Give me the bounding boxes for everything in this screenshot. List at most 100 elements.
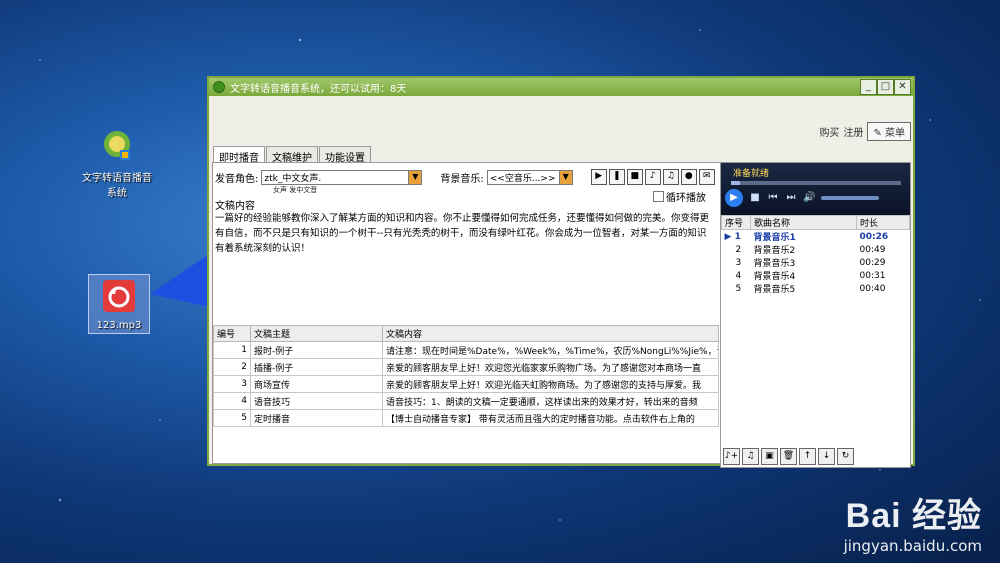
- row-number: 2: [213, 358, 251, 376]
- buy-link[interactable]: 购买: [819, 124, 839, 139]
- row-topic: 定时播音: [250, 409, 383, 427]
- playlist-col-number[interactable]: 序号: [721, 215, 751, 230]
- row-number: 4: [213, 392, 251, 410]
- register-link[interactable]: 注册: [843, 124, 863, 139]
- playlist-name: 背景音乐5: [753, 285, 796, 295]
- row-content: 亲爱的顾客朋友早上好！欢迎您光临家家乐购物广场。为了感谢您对本商场一直: [382, 358, 719, 376]
- player-status: 准备就绪: [733, 169, 770, 179]
- stop-icon[interactable]: ■: [749, 192, 761, 204]
- previous-icon[interactable]: ⏮: [767, 192, 779, 204]
- minimize-button[interactable]: _: [860, 79, 877, 95]
- row-content: 亲爱的顾客朋友早上好！欢迎光临天虹购物商场。为了感谢您的支持与厚爱。我: [382, 375, 719, 393]
- volume-slider[interactable]: [821, 196, 879, 200]
- bgm-value: <<空音乐...>>: [489, 173, 556, 184]
- playlist-number: ▶ 1: [724, 231, 741, 242]
- add-file-icon[interactable]: ♫: [742, 448, 759, 465]
- playlist-item[interactable]: 2 背景音乐2 00:49: [722, 243, 910, 257]
- next-icon[interactable]: ⏭: [785, 192, 797, 204]
- table-header: 编号 文稿主题 文稿内容: [213, 325, 719, 342]
- table-row[interactable]: 3 商场宣传 亲爱的顾客朋友早上好！欢迎光临天虹购物商场。为了感谢您的支持与厚爱…: [213, 375, 719, 393]
- bgm-label: 背景音乐:: [440, 173, 484, 185]
- playlist-number: 3: [735, 257, 742, 268]
- checkbox-icon[interactable]: [653, 191, 664, 202]
- row-number: 1: [213, 341, 251, 359]
- playlist-duration: 00:31: [859, 270, 886, 281]
- maximize-button[interactable]: □: [877, 79, 894, 95]
- baidu-watermark: Bai 经验 jingyan.baidu.com: [844, 488, 982, 555]
- refresh-icon[interactable]: ↻: [837, 448, 854, 465]
- col-header-number[interactable]: 编号: [213, 325, 251, 342]
- title-bar[interactable]: 文字转语音播音系统，还可以试用：8天: [209, 78, 913, 96]
- playlist-name: 背景音乐4: [753, 272, 796, 282]
- col-header-topic[interactable]: 文稿主题: [250, 325, 383, 342]
- playlist-item[interactable]: ▶ 1 背景音乐1 00:26: [722, 230, 910, 244]
- row-content: 语音技巧：1、朗读的文稿一定要通顺，这样读出来的效果才好，转出来的音频: [382, 392, 719, 410]
- music-note-icon[interactable]: ♪: [644, 169, 661, 185]
- playlist-col-name[interactable]: 歌曲名称: [750, 215, 857, 230]
- row-number: 5: [213, 409, 251, 427]
- row-topic: 报时-例子: [250, 341, 383, 359]
- menu-button[interactable]: ✎ 菜单: [867, 122, 911, 141]
- playlist-duration: 00:40: [859, 283, 886, 294]
- content-label: 文稿内容: [215, 201, 255, 212]
- music-file-icon: [103, 280, 135, 312]
- folder-icon[interactable]: ▣: [761, 448, 778, 465]
- playlist-duration: 00:29: [859, 257, 886, 268]
- desktop-icon-mp3-label: 123.mp3: [96, 320, 142, 331]
- progress-bar[interactable]: [731, 181, 901, 185]
- voice-label: 发音角色:: [215, 173, 259, 185]
- chevron-down-icon[interactable]: ▼: [408, 169, 423, 185]
- pause-button[interactable]: ❚: [608, 169, 625, 185]
- playlist-item[interactable]: 3 背景音乐3 00:29: [722, 256, 910, 270]
- playlist-header: 序号 歌曲名称 时长: [721, 215, 910, 230]
- add-music-icon[interactable]: ♪+: [723, 448, 740, 465]
- chat-icon[interactable]: ✉: [698, 169, 715, 185]
- chevron-down-icon[interactable]: ▼: [558, 169, 573, 185]
- col-header-content[interactable]: 文稿内容: [382, 325, 719, 342]
- record-icon[interactable]: ●: [680, 169, 697, 185]
- loop-checkbox[interactable]: 循环播放: [653, 189, 706, 204]
- table-row[interactable]: 2 插播-例子 亲爱的顾客朋友早上好！欢迎您光临家家乐购物广场。为了感谢您对本商…: [213, 358, 719, 376]
- playlist-number: 5: [735, 283, 742, 294]
- watermark-url: jingyan.baidu.com: [843, 537, 982, 555]
- play-icon[interactable]: ▶: [725, 189, 743, 207]
- controls-row: 发音角色: ztk_中文女声. ▼ 背景音乐: <<空音乐...>> ▼ ▶ ❚…: [215, 169, 717, 185]
- mini-player: 准备就绪 ▶ ■ ⏮ ⏭ 🔊: [721, 163, 910, 215]
- app-logo-icon: [213, 81, 225, 93]
- top-right-links: 购买 注册 ✎ 菜单: [819, 122, 911, 141]
- stop-button[interactable]: ■: [626, 169, 643, 185]
- table-row[interactable]: 1 报时-例子 请注意：现在时间是%Date%，%Week%，%Time%，农历…: [213, 341, 719, 359]
- row-topic: 商场宣传: [250, 375, 383, 393]
- playlist-item[interactable]: 5 背景音乐5 00:40: [722, 282, 910, 296]
- playlist-table: 序号 歌曲名称 时长 ▶ 1 背景音乐1 00:26 2 背景音乐2 00:49…: [721, 215, 910, 295]
- voice-icon[interactable]: ♫: [662, 169, 679, 185]
- delete-icon[interactable]: 🗑: [780, 448, 797, 465]
- content-textarea[interactable]: 一篇好的经验能够教你深入了解某方面的知识和内容。你不止要懂得如何完成任务，还要懂…: [215, 211, 715, 256]
- playlist-name: 背景音乐2: [753, 246, 796, 256]
- desktop-icon-mp3[interactable]: 123.mp3: [88, 274, 150, 334]
- voice-select[interactable]: ztk_中文女声. ▼: [261, 169, 423, 185]
- play-button[interactable]: ▶: [590, 169, 607, 185]
- move-down-icon[interactable]: ↓: [818, 448, 835, 465]
- watermark-brand: Bai 经验: [845, 497, 982, 535]
- menu-button-label: 菜单: [885, 128, 905, 139]
- script-table: 编号 文稿主题 文稿内容 1 报时-例子 请注意：现在时间是%Date%，%We…: [213, 325, 719, 427]
- app-icon: [104, 131, 130, 160]
- playlist-name: 背景音乐1: [753, 233, 796, 243]
- player-controls: ▶ ■ ⏮ ⏭ 🔊: [725, 189, 879, 207]
- table-row[interactable]: 5 定时播音 【博士自动播音专家】 带有灵活而且强大的定时播音功能。点击软件右上…: [213, 409, 719, 427]
- window-title: 文字转语音播音系统，还可以试用：8天: [230, 83, 407, 95]
- table-row[interactable]: 4 语音技巧 语音技巧：1、朗读的文稿一定要通顺，这样读出来的效果才好，转出来的…: [213, 392, 719, 410]
- playlist-col-duration[interactable]: 时长: [856, 215, 910, 230]
- voice-value: ztk_中文女声.: [264, 173, 322, 184]
- playlist-item[interactable]: 4 背景音乐4 00:31: [722, 269, 910, 283]
- desktop-icon-app[interactable]: 文字转语音播音系统: [82, 128, 152, 199]
- loop-label: 循环播放: [666, 193, 706, 204]
- row-number: 3: [213, 375, 251, 393]
- app-window: 文字转语音播音系统，还可以试用：8天 _ □ ✕ 购买 注册 ✎ 菜单 即时播音…: [207, 76, 915, 468]
- bgm-select[interactable]: <<空音乐...>> ▼: [486, 169, 573, 185]
- volume-icon[interactable]: 🔊: [803, 192, 815, 204]
- close-button[interactable]: ✕: [894, 79, 911, 95]
- row-content: 【博士自动播音专家】 带有灵活而且强大的定时播音功能。点击软件右上角的: [382, 409, 719, 427]
- move-up-icon[interactable]: ↑: [799, 448, 816, 465]
